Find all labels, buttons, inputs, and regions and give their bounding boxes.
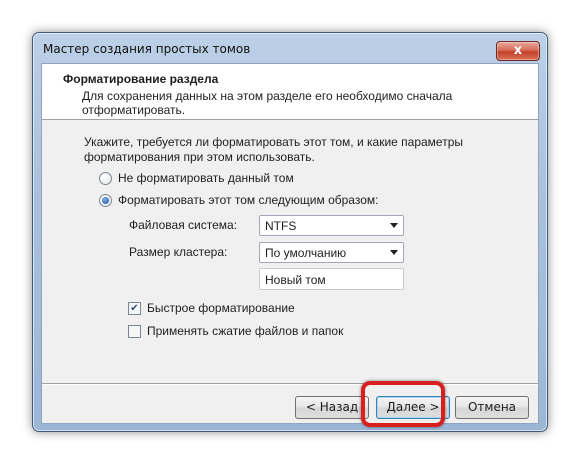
chevron-down-icon: [390, 250, 398, 255]
quick-format-label: Быстрое форматирование: [147, 301, 295, 315]
close-icon: x: [513, 43, 523, 58]
file-system-value: NTFS: [265, 219, 297, 233]
radio-format[interactable]: Форматировать этот том следующим образом…: [99, 193, 378, 207]
radio-no-format-indicator[interactable]: [99, 171, 112, 185]
wizard-header: Форматирование раздела Для сохранения да…: [42, 64, 538, 120]
check-icon[interactable]: ✔: [128, 301, 141, 315]
back-button[interactable]: < Назад: [295, 396, 369, 419]
divider: [42, 383, 538, 385]
cluster-size-label: Размер кластера:: [129, 245, 228, 259]
page-title: Форматирование раздела: [63, 72, 219, 86]
page-subtitle: Для сохранения данных на этом разделе ег…: [82, 89, 453, 117]
quick-format-checkbox[interactable]: ✔ Быстрое форматирование: [128, 301, 295, 315]
radio-format-label: Форматировать этот том следующим образом…: [118, 193, 379, 207]
chevron-down-icon: [390, 223, 398, 228]
radio-format-indicator[interactable]: [99, 193, 112, 207]
file-system-select[interactable]: NTFS: [259, 215, 404, 236]
cluster-size-value: По умолчанию: [265, 246, 347, 260]
title-bar[interactable]: Мастер создания простых томов x: [33, 33, 547, 61]
radio-no-format[interactable]: Не форматировать данный том: [99, 171, 294, 185]
checkbox-box[interactable]: [128, 324, 141, 338]
close-button[interactable]: x: [496, 41, 540, 61]
compression-label: Применять сжатие файлов и папок: [147, 324, 344, 338]
volume-label-input[interactable]: Новый том: [259, 268, 404, 290]
compression-checkbox[interactable]: Применять сжатие файлов и папок: [128, 324, 343, 338]
window-title: Мастер создания простых томов: [43, 42, 251, 56]
wizard-client-area: Форматирование раздела Для сохранения да…: [41, 63, 539, 424]
next-button-highlight: [361, 381, 445, 427]
cancel-button[interactable]: Отмена: [455, 396, 529, 419]
volume-label-value: Новый том: [265, 273, 326, 287]
cluster-size-select[interactable]: По умолчанию: [259, 242, 404, 263]
radio-no-format-label: Не форматировать данный том: [118, 171, 294, 185]
file-system-label: Файловая система:: [129, 218, 238, 232]
wizard-window: Мастер создания простых томов x Форматир…: [32, 32, 548, 432]
instruction-text: Укажите, требуется ли форматировать этот…: [84, 135, 463, 164]
